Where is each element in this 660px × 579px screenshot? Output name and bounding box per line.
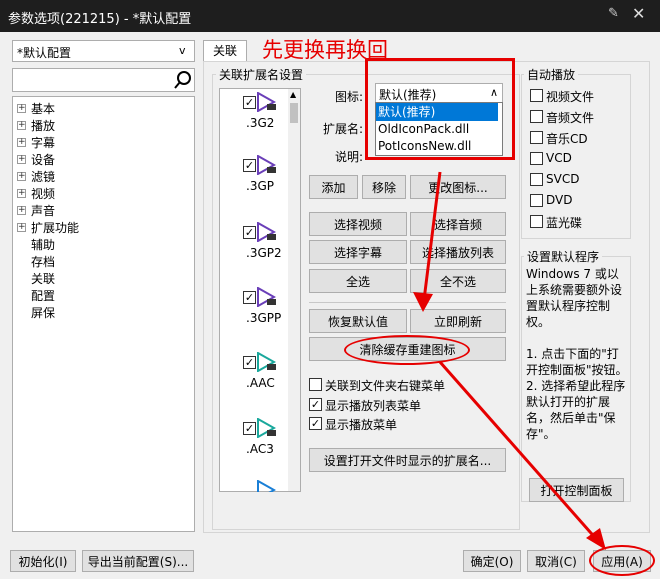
preferences-window: 参数选项(221215) - *默认配置 ✎ ✕ *默认配置 v + 基本 + … [0, 0, 660, 579]
red-arrow-overlay [413, 171, 606, 550]
